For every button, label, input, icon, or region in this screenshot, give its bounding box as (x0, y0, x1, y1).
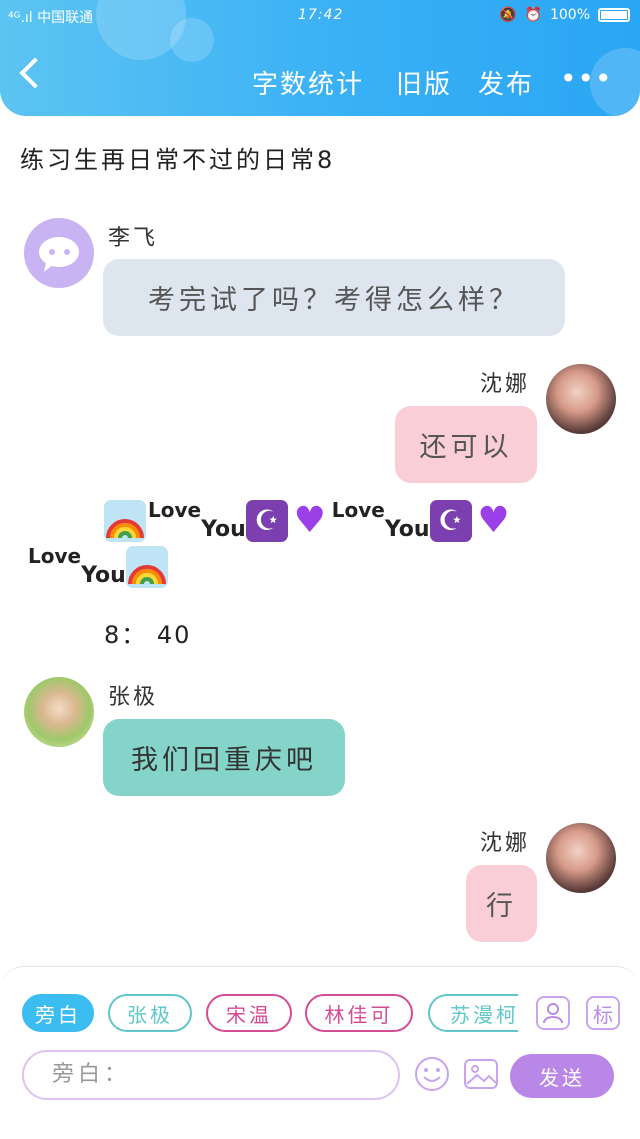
avatar[interactable] (546, 364, 616, 434)
emoji-icon[interactable] (414, 1056, 450, 1092)
emoji-narration[interactable]: Love You (28, 546, 168, 588)
role-chip[interactable]: 苏漫柯 (428, 994, 518, 1032)
clock: 17:42 (298, 7, 344, 23)
you-text: You (201, 517, 246, 542)
old-version-button[interactable]: 旧版 (396, 64, 452, 101)
person-icon[interactable] (536, 996, 570, 1030)
purple-heart-icon: ♥ (293, 500, 326, 541)
speaker-name: 李飞 (108, 226, 159, 251)
avatar[interactable] (24, 677, 94, 747)
avatar[interactable] (24, 218, 94, 288)
chat-bubble-icon (39, 237, 79, 272)
message-input[interactable]: 旁白： (22, 1050, 400, 1100)
narration-time[interactable]: 8： 40 (104, 615, 191, 650)
message-bubble[interactable]: 还可以 (395, 406, 537, 483)
role-chip-narrator[interactable]: 旁白 (22, 994, 94, 1032)
star-crescent-icon: ☪ (245, 500, 288, 542)
avatar[interactable] (546, 823, 616, 893)
purple-heart-icon: ♥ (477, 500, 510, 541)
send-button[interactable]: 发送 (510, 1054, 614, 1098)
back-arrow-icon[interactable] (19, 57, 51, 89)
top-bar: ⁴ᴳ.ıl 中国联通 17:42 🔕 ⏰ 100% 字数统计 旧版 发布 ••• (0, 0, 640, 116)
message-bubble[interactable]: 行 (466, 865, 537, 942)
love-text: Love (28, 544, 82, 568)
love-text: Love (331, 498, 385, 522)
carrier-label: ⁴ᴳ.ıl 中国联通 (8, 10, 94, 26)
role-chip[interactable]: 张极 (108, 994, 192, 1032)
speaker-name: 张极 (108, 685, 159, 710)
message-bubble[interactable]: 我们回重庆吧 (103, 719, 345, 796)
mark-button[interactable]: 标 (586, 996, 620, 1030)
story-title[interactable]: 练习生再日常不过的日常8 (20, 140, 335, 175)
emoji-narration[interactable]: Love You ☪ ♥ Love You ☪ ♥ (104, 500, 516, 542)
speaker-name: 沈娜 (480, 831, 531, 856)
alarm-icon: ⏰ (524, 7, 542, 23)
speaker-name: 沈娜 (480, 372, 531, 397)
you-text: You (81, 563, 126, 588)
status-bar: ⁴ᴳ.ıl 中国联通 17:42 🔕 ⏰ 100% (0, 6, 640, 28)
star-crescent-icon: ☪ (429, 500, 472, 542)
battery-icon (598, 8, 630, 22)
battery-percent: 100% (549, 7, 590, 23)
more-icon[interactable]: ••• (560, 62, 613, 95)
word-count-button[interactable]: 字数统计 (252, 64, 364, 101)
image-icon[interactable] (463, 1056, 499, 1092)
publish-button[interactable]: 发布 (478, 64, 534, 101)
role-chip[interactable]: 林佳可 (305, 994, 413, 1032)
message-bubble[interactable]: 考完试了吗？考得怎么样？ (103, 259, 565, 336)
you-text: You (384, 517, 430, 542)
rainbow-icon (125, 546, 168, 588)
bell-icon: 🔕 (499, 7, 517, 23)
rainbow-icon (104, 500, 146, 542)
love-text: Love (148, 498, 202, 522)
role-chip[interactable]: 宋温 (206, 994, 292, 1032)
